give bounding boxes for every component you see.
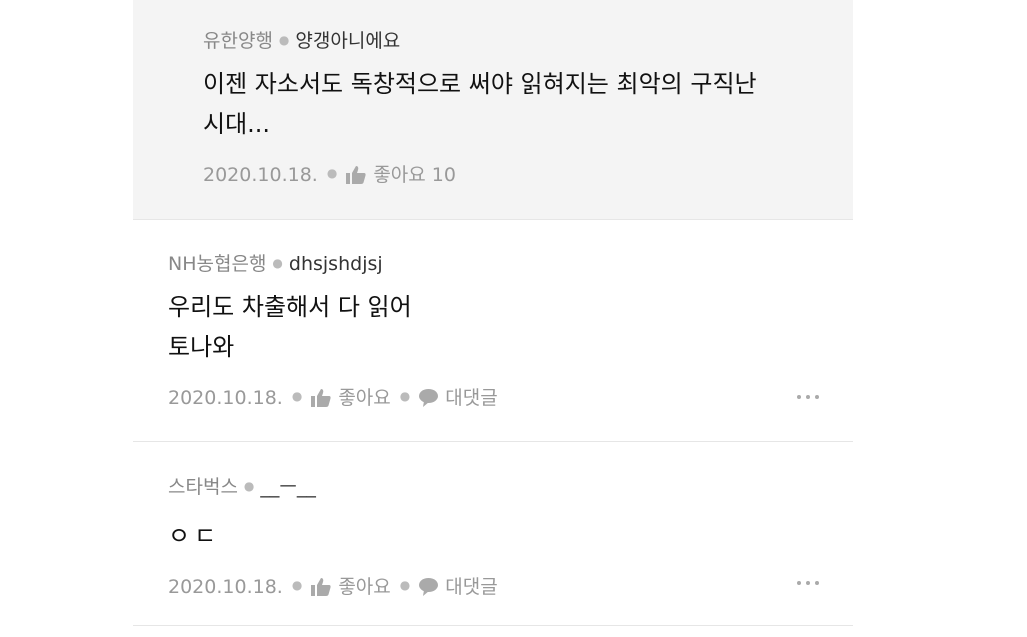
thumbs-up-icon	[346, 166, 366, 184]
more-dots-icon[interactable]	[797, 581, 819, 585]
thumbs-up-icon	[311, 389, 331, 407]
comment-text: 우리도 차출해서 다 읽어 토나와	[168, 293, 412, 361]
author-company: NH농협은행	[168, 253, 267, 275]
separator-dot: ●	[399, 389, 411, 403]
reply-label: 대댓글	[445, 576, 498, 598]
author-nickname[interactable]: 양갱아니에요	[295, 30, 400, 52]
reply-button[interactable]: 대댓글	[419, 574, 498, 600]
comment-feed: 유한양행 ● 양갱아니에요 이젠 자소서도 독창적으로 써야 읽혀지는 최악의 구직…	[133, 0, 853, 637]
separator-dot: ●	[243, 479, 255, 493]
thumbs-up-icon	[311, 578, 331, 596]
reply-label: 대댓글	[445, 387, 498, 409]
like-button[interactable]: 좋아요	[311, 385, 391, 411]
separator-dot: ●	[278, 33, 290, 47]
separator-dot: ●	[399, 578, 411, 592]
speech-bubble-icon	[419, 389, 439, 407]
author-nickname[interactable]: __ㅡ__	[260, 476, 315, 498]
reply-comment: 유한양행 ● 양갱아니에요 이젠 자소서도 독창적으로 써야 읽혀지는 최악의 구직…	[133, 0, 853, 220]
speech-bubble-icon	[419, 578, 439, 596]
separator-dot: ●	[326, 166, 338, 180]
separator-dot: ●	[291, 389, 303, 403]
reply-button[interactable]: 대댓글	[419, 385, 498, 411]
more-dots-icon[interactable]	[797, 395, 819, 399]
comment-item: 스타벅스 ● __ㅡ__ ㅇㄷ 2020.10.18. ● 좋아요 ● 대댓글	[133, 442, 853, 626]
separator-dot: ●	[291, 578, 303, 592]
like-label: 좋아요	[338, 576, 391, 598]
like-button[interactable]: 좋아요 10	[346, 162, 456, 188]
comment-author: 스타벅스 ● __ㅡ__	[168, 474, 853, 502]
comment-actions: 2020.10.18. ● 좋아요 ● 대댓글	[168, 574, 853, 600]
comment-actions: 2020.10.18. ● 좋아요 ● 대댓글	[168, 385, 853, 411]
comment-date: 2020.10.18.	[168, 387, 283, 409]
like-label: 좋아요 10	[373, 164, 456, 186]
comment-actions: 2020.10.18. ● 좋아요 10	[203, 162, 853, 188]
like-button[interactable]: 좋아요	[311, 574, 391, 600]
comment-date: 2020.10.18.	[168, 576, 283, 598]
like-label: 좋아요	[338, 387, 391, 409]
comment-author: 유한양행 ● 양갱아니에요	[203, 28, 853, 56]
separator-dot: ●	[272, 256, 283, 270]
comment-item: NH농협은행 ● dhsjshdjsj 우리도 차출해서 다 읽어 토나와 2020…	[133, 220, 853, 442]
comment-text: ㅇㄷ	[168, 522, 221, 550]
comment-text: 이젠 자소서도 독창적으로 써야 읽혀지는 최악의 구직난 시대...	[203, 70, 757, 138]
author-nickname[interactable]: dhsjshdjsj	[289, 253, 383, 275]
author-company: 스타벅스	[168, 476, 238, 498]
comment-date: 2020.10.18.	[203, 164, 318, 186]
author-company: 유한양행	[203, 30, 273, 52]
comment-author: NH농협은행 ● dhsjshdjsj	[168, 251, 853, 279]
